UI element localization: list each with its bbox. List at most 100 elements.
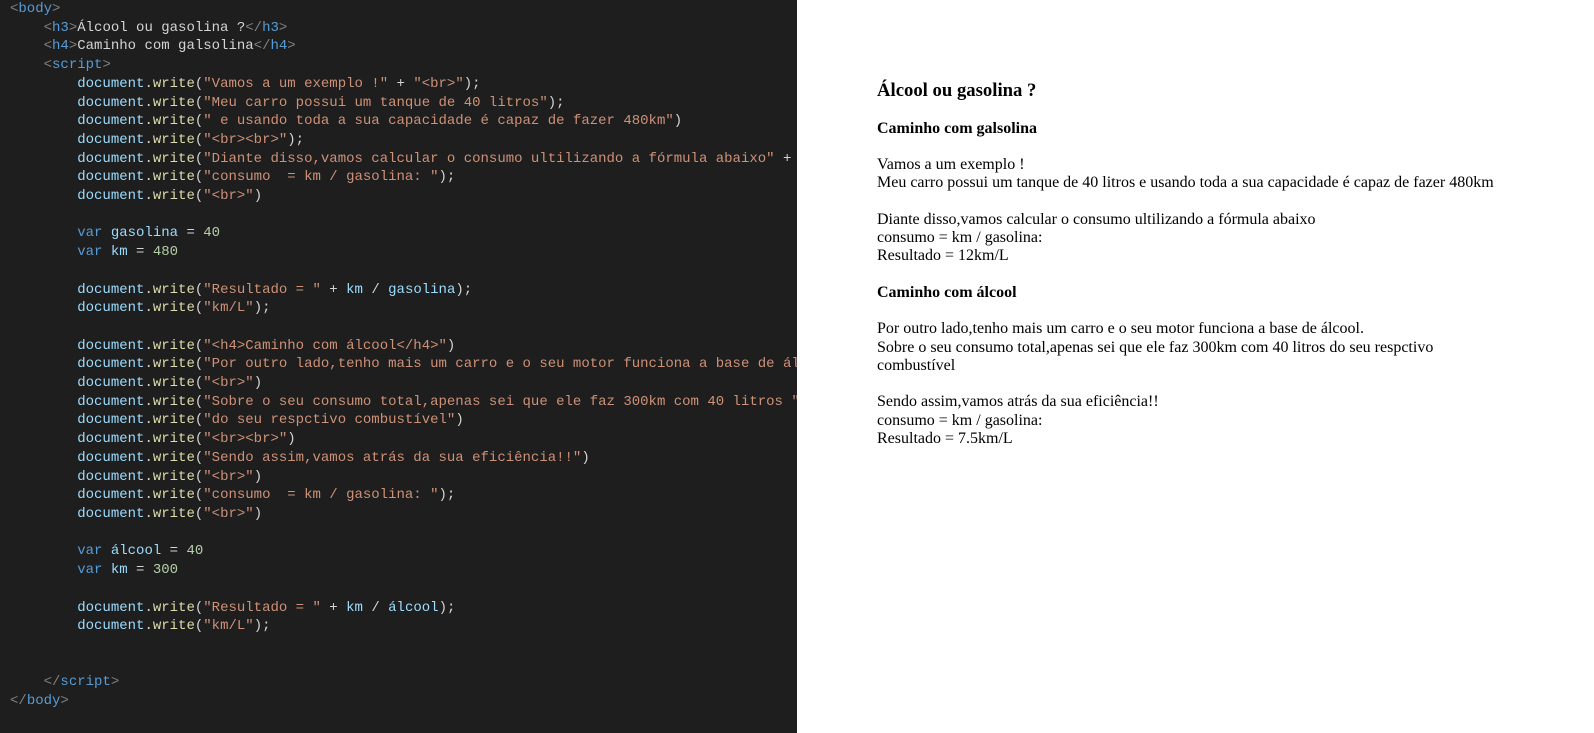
code-token: write	[153, 300, 195, 316]
code-line[interactable]: <script>	[10, 56, 787, 75]
code-line[interactable]: document.write("consumo = km / gasolina:…	[10, 168, 787, 187]
code-line[interactable]: document.write(" e usando toda a sua cap…	[10, 112, 787, 131]
code-line[interactable]: document.write("Sendo assim,vamos atrás …	[10, 449, 787, 468]
code-line[interactable]: document.write("Vamos a um exemplo !" + …	[10, 75, 787, 94]
code-token: (	[195, 469, 203, 485]
code-line[interactable]	[10, 206, 787, 225]
code-line[interactable]: </body>	[10, 692, 787, 711]
code-line[interactable]: document.write("<br>")	[10, 505, 787, 524]
code-line[interactable]: document.write("Sobre o seu consumo tota…	[10, 393, 787, 412]
code-line[interactable]: document.write("<br>")	[10, 374, 787, 393]
code-token: document	[77, 394, 144, 410]
code-line[interactable]	[10, 655, 787, 674]
code-token: álcool	[388, 600, 438, 616]
code-token: +	[388, 76, 413, 92]
code-line[interactable]: document.write("Resultado = " + km / gas…	[10, 281, 787, 300]
code-token: document	[77, 282, 144, 298]
code-token: )	[674, 113, 682, 129]
code-token: write	[153, 113, 195, 129]
code-token: Álcool ou gasolina ?	[77, 20, 245, 36]
code-token: document	[77, 76, 144, 92]
code-editor-pane[interactable]: <body> <h3>Álcool ou gasolina ?</h3> <h4…	[0, 0, 797, 733]
code-token: document	[77, 113, 144, 129]
code-line[interactable]: document.write("<br>")	[10, 187, 787, 206]
code-token: body	[27, 693, 61, 709]
code-token: >	[111, 674, 119, 690]
code-line[interactable]: document.write("km/L");	[10, 299, 787, 318]
code-token: .	[144, 338, 152, 354]
code-token: write	[153, 450, 195, 466]
code-line[interactable]: document.write("<br>")	[10, 468, 787, 487]
code-line[interactable]: var álcool = 40	[10, 542, 787, 561]
code-line[interactable]	[10, 318, 787, 337]
code-line[interactable]: document.write("consumo = km / gasolina:…	[10, 486, 787, 505]
preview-heading-h4-gasolina: Caminho com galsolina	[877, 120, 1514, 138]
preview-text: Resultado = 12km/L	[877, 247, 1009, 264]
code-token: write	[153, 412, 195, 428]
code-token	[10, 57, 44, 73]
code-token: );	[254, 618, 271, 634]
code-line[interactable]	[10, 262, 787, 281]
code-line[interactable]: var km = 480	[10, 243, 787, 262]
code-token	[10, 188, 77, 204]
code-token	[10, 431, 77, 447]
preview-text: consumo = km / gasolina:	[877, 229, 1042, 246]
code-line[interactable]: document.write("Resultado = " + km / álc…	[10, 599, 787, 618]
code-token	[10, 487, 77, 503]
code-token: =	[161, 543, 186, 559]
code-token: "Sobre o seu consumo total,apenas sei qu…	[203, 394, 797, 410]
code-line[interactable]: document.write("<br><br>")	[10, 430, 787, 449]
code-token: </	[254, 38, 271, 54]
preview-paragraph-2: Diante disso,vamos calcular o consumo ul…	[877, 211, 1514, 266]
code-token: "Resultado = "	[203, 600, 321, 616]
code-token: )	[455, 412, 463, 428]
code-token: (	[195, 394, 203, 410]
code-token: (	[195, 169, 203, 185]
code-token: write	[153, 394, 195, 410]
code-token: (	[195, 188, 203, 204]
code-token: +	[775, 151, 797, 167]
code-token: (	[195, 95, 203, 111]
code-token	[102, 543, 110, 559]
code-line[interactable]: var km = 300	[10, 561, 787, 580]
code-line[interactable]: <h4>Caminho com galsolina</h4>	[10, 37, 787, 56]
code-token: );	[254, 300, 271, 316]
code-line[interactable]: document.write("<br><br>");	[10, 131, 787, 150]
preview-text: Vamos a um exemplo !	[877, 156, 1025, 173]
code-token: "<br>"	[203, 469, 253, 485]
code-line[interactable]: document.write("Por outro lado,tenho mai…	[10, 355, 787, 374]
code-token: Caminho com galsolina	[77, 38, 253, 54]
code-token: "Meu carro possui um tanque de 40 litros…	[203, 95, 547, 111]
code-token: write	[153, 469, 195, 485]
code-token	[10, 600, 77, 616]
code-line[interactable]	[10, 580, 787, 599]
code-line[interactable]	[10, 636, 787, 655]
code-line[interactable]: document.write("Meu carro possui um tanq…	[10, 94, 787, 113]
code-token	[10, 113, 77, 129]
code-token: "<br><br>"	[203, 431, 287, 447]
code-line[interactable]: document.write("do seu respctivo combust…	[10, 411, 787, 430]
code-token: "Diante disso,vamos calcular o consumo u…	[203, 151, 774, 167]
code-token: write	[153, 431, 195, 447]
code-token	[10, 338, 77, 354]
code-token: h3	[262, 20, 279, 36]
code-line[interactable]: <body>	[10, 0, 787, 19]
code-token: );	[439, 487, 456, 503]
code-token: )	[447, 338, 455, 354]
code-token: document	[77, 412, 144, 428]
code-line[interactable]: document.write("Diante disso,vamos calcu…	[10, 150, 787, 169]
code-token: (	[195, 300, 203, 316]
code-token: 300	[153, 562, 178, 578]
code-line[interactable]: </script>	[10, 673, 787, 692]
code-token	[10, 375, 77, 391]
code-line[interactable]: var gasolina = 40	[10, 224, 787, 243]
code-token: "consumo = km / gasolina: "	[203, 487, 438, 503]
code-line[interactable]: <h3>Álcool ou gasolina ?</h3>	[10, 19, 787, 38]
code-line[interactable]: document.write("<h4>Caminho com álcool</…	[10, 337, 787, 356]
code-token: km	[111, 244, 128, 260]
code-token: (	[195, 487, 203, 503]
code-line[interactable]	[10, 524, 787, 543]
code-token: )	[254, 469, 262, 485]
code-line[interactable]: document.write("km/L");	[10, 617, 787, 636]
preview-text: Por outro lado,tenho mais um carro e o s…	[877, 320, 1364, 337]
